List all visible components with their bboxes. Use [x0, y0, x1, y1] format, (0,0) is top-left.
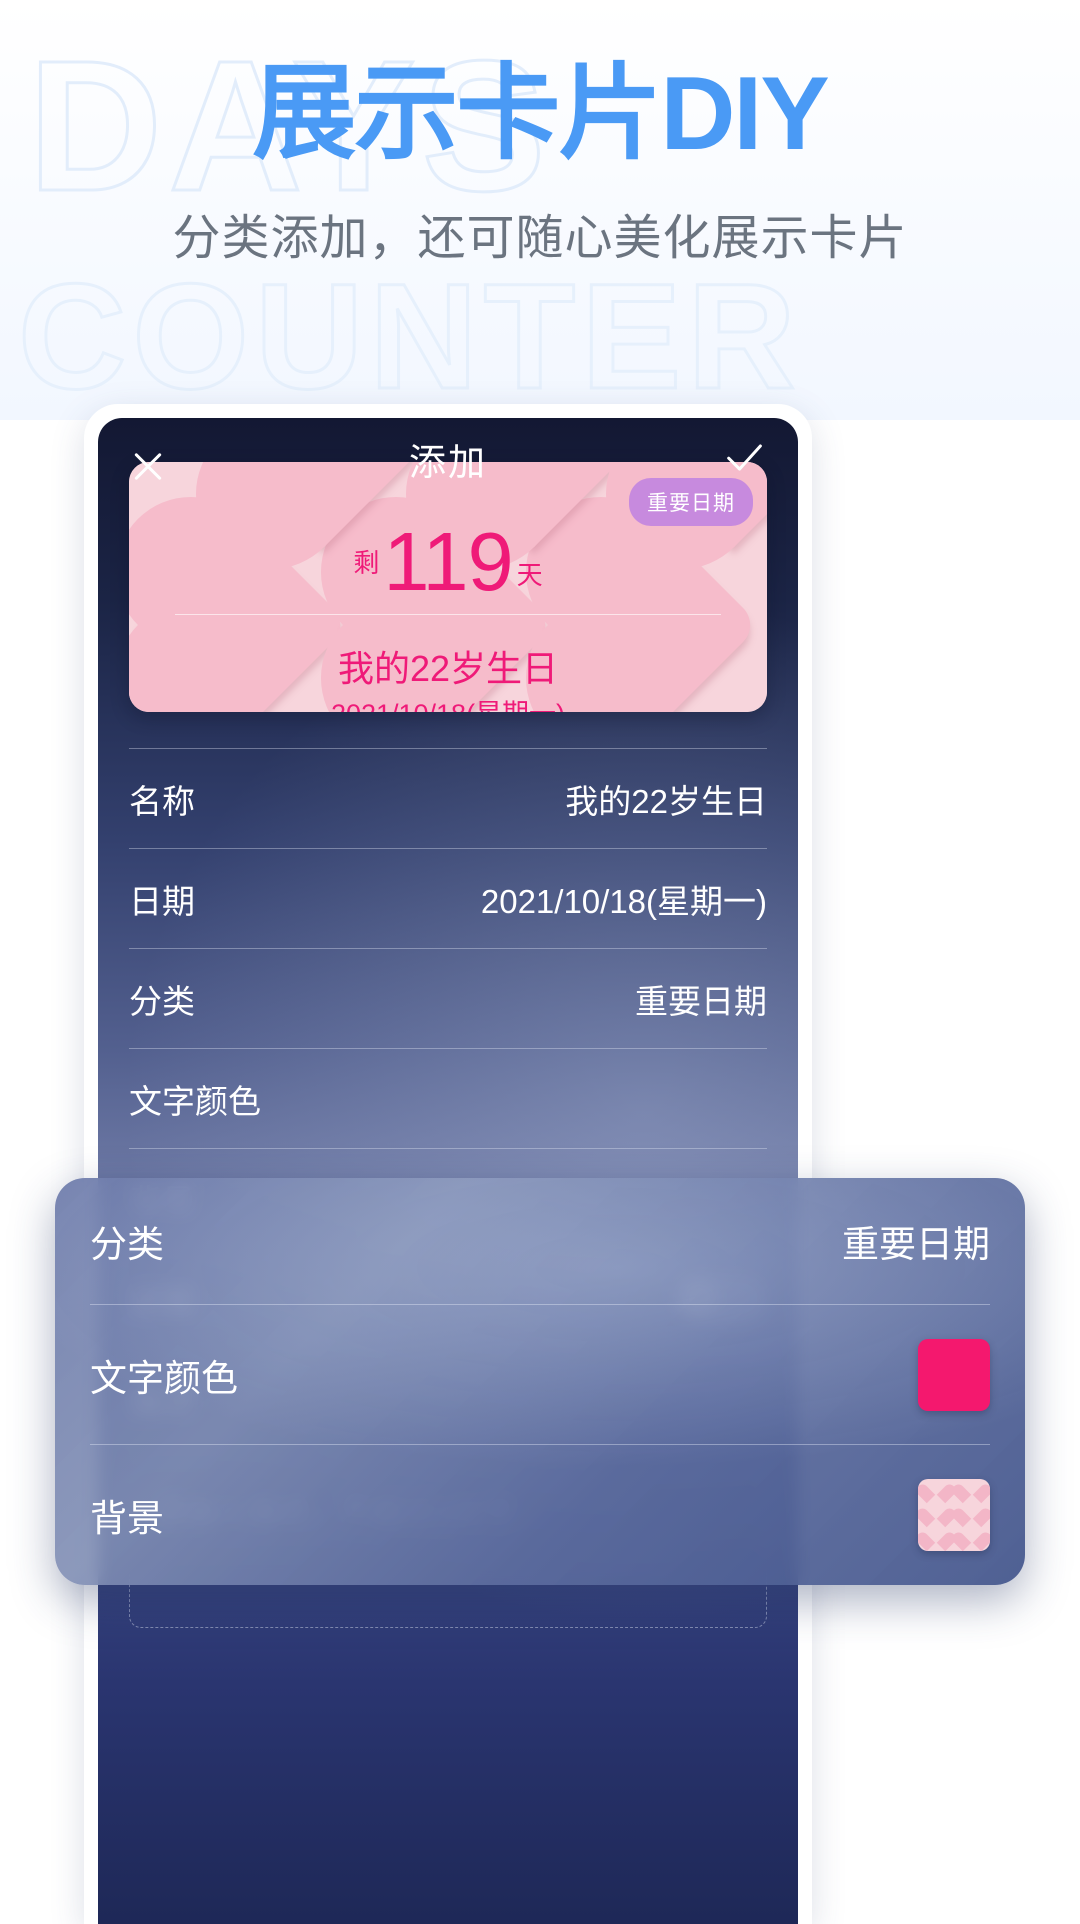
popup-label-textcolor: 文字颜色	[90, 1348, 238, 1402]
form-value-name: 我的22岁生日	[565, 775, 767, 823]
form-label-textcolor: 文字颜色	[129, 1075, 261, 1123]
days-number: 119	[383, 515, 512, 608]
popup-row-textcolor[interactable]: 文字颜色	[90, 1304, 990, 1444]
promo-title: 展示卡片DIY	[0, 62, 1080, 166]
popup-value-category: 重要日期	[842, 1214, 990, 1268]
form-label-date: 日期	[129, 875, 195, 923]
background-swatch[interactable]	[918, 1479, 990, 1551]
card-date: 2021/10/18(星期一)	[129, 692, 767, 712]
customize-popup: 分类 重要日期 文字颜色 背景	[55, 1178, 1025, 1585]
card-title: 我的22岁生日	[129, 640, 767, 692]
card-divider	[175, 614, 721, 615]
page-title: 添加	[98, 432, 798, 486]
days-suffix: 天	[517, 560, 543, 590]
app-screen: 添加 重要日期 剩119天 我的22岁生日 2021/10/18(星期一) 名称…	[98, 418, 798, 1924]
form-row-date[interactable]: 日期 2021/10/18(星期一)	[129, 848, 767, 948]
check-icon[interactable]	[720, 440, 770, 490]
popup-row-category[interactable]: 分类 重要日期	[90, 1178, 990, 1304]
days-counter: 剩119天	[129, 514, 767, 610]
days-prefix: 剩	[353, 548, 379, 578]
form-row-category-underlay: 分类 重要日期	[129, 948, 767, 1048]
form-label-name: 名称	[129, 775, 195, 823]
phone-mockup: 添加 重要日期 剩119天 我的22岁生日 2021/10/18(星期一) 名称…	[84, 404, 812, 1924]
form-row-textcolor-underlay: 文字颜色	[129, 1048, 767, 1148]
popup-label-category: 分类	[90, 1214, 164, 1268]
form-value-date: 2021/10/18(星期一)	[481, 875, 767, 923]
form-value-category: 重要日期	[635, 975, 767, 1023]
popup-label-background: 背景	[90, 1488, 164, 1542]
navbar: 添加	[98, 418, 798, 514]
form-label-category: 分类	[129, 975, 195, 1023]
promo-subtitle: 分类添加，还可随心美化展示卡片	[0, 210, 1080, 268]
popup-row-background[interactable]: 背景	[90, 1444, 990, 1585]
form-row-name[interactable]: 名称 我的22岁生日	[129, 748, 767, 848]
text-color-swatch[interactable]	[918, 1339, 990, 1411]
promo-header: DAYS COUNTER 展示卡片DIY 分类添加，还可随心美化展示卡片	[0, 0, 1080, 420]
watermark-counter: COUNTER	[18, 250, 802, 420]
